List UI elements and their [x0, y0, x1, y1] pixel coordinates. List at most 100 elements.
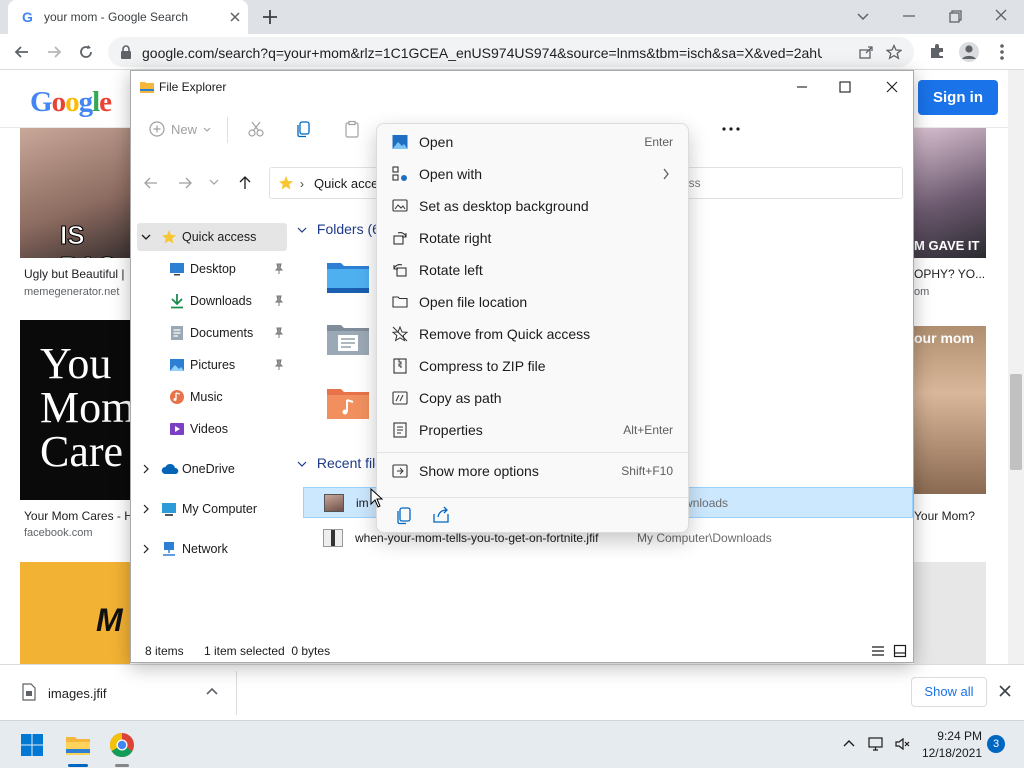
- reload-icon[interactable]: [76, 42, 96, 62]
- menu-item-open-with[interactable]: Open with: [381, 159, 686, 189]
- menu-item-open-file-location[interactable]: Open file location: [381, 287, 686, 317]
- result-caption-5[interactable]: Your Mom?: [914, 509, 975, 523]
- result-image-6[interactable]: [914, 562, 986, 664]
- forward-arrow-icon[interactable]: [44, 42, 64, 62]
- pin-icon[interactable]: [273, 327, 285, 339]
- nav-item-my-computer[interactable]: My Computer: [137, 495, 287, 523]
- nav-item-music[interactable]: Music: [137, 383, 287, 411]
- nav-item-desktop[interactable]: Desktop: [137, 255, 287, 283]
- windows-start-icon[interactable]: [20, 733, 44, 757]
- search-input[interactable]: ess: [671, 167, 903, 199]
- nav-item-documents[interactable]: Documents: [137, 319, 287, 347]
- explorer-titlebar[interactable]: File Explorer: [131, 71, 913, 103]
- clock-date[interactable]: 12/18/2021: [920, 746, 982, 760]
- nav-item-videos[interactable]: Videos: [137, 415, 287, 443]
- file-explorer-taskbar-icon[interactable]: [60, 727, 96, 763]
- share-icon[interactable]: [427, 504, 455, 526]
- menu-item-set-desktop-background[interactable]: Set as desktop background: [381, 191, 686, 221]
- result-source-2[interactable]: facebook.com: [24, 527, 92, 539]
- menu-item-compress-zip[interactable]: Compress to ZIP file: [381, 351, 686, 381]
- minimize-icon[interactable]: [791, 77, 813, 97]
- result-image-2[interactable]: You Mom Care: [20, 320, 130, 500]
- result-image-5[interactable]: our mom: [914, 326, 986, 494]
- minimize-icon[interactable]: [897, 5, 921, 27]
- chevron-up-icon[interactable]: [205, 685, 219, 699]
- kebab-menu-icon[interactable]: [994, 42, 1010, 62]
- bookmark-star-icon[interactable]: [886, 44, 902, 60]
- pin-icon[interactable]: [273, 295, 285, 307]
- chevron-down-icon[interactable]: [209, 177, 219, 187]
- recent-section-header[interactable]: Recent file: [297, 455, 383, 471]
- pin-icon[interactable]: [273, 359, 285, 371]
- menu-item-rotate-right[interactable]: Rotate right: [381, 223, 686, 253]
- close-icon[interactable]: [998, 684, 1012, 698]
- result-caption-4[interactable]: OPHY? YO...: [914, 267, 985, 281]
- tiles-view-icon[interactable]: [893, 644, 907, 658]
- close-window-icon[interactable]: [881, 77, 903, 97]
- copy-icon[interactable]: [391, 504, 419, 526]
- up-arrow-icon[interactable]: [237, 175, 253, 191]
- profile-avatar-icon[interactable]: [958, 41, 980, 63]
- notification-badge[interactable]: 3: [987, 735, 1005, 753]
- browser-tab[interactable]: G your mom - Google Search: [8, 0, 248, 34]
- google-logo[interactable]: Google: [30, 86, 112, 119]
- nav-item-downloads[interactable]: Downloads: [137, 287, 287, 315]
- documents-folder-icon[interactable]: [325, 319, 371, 359]
- nav-item-network[interactable]: Network: [137, 535, 287, 563]
- chevron-right-icon[interactable]: [141, 504, 151, 514]
- result-source-1[interactable]: memegenerator.net: [24, 286, 119, 298]
- close-window-icon[interactable]: [989, 5, 1013, 27]
- extensions-puzzle-icon[interactable]: [928, 42, 946, 60]
- copy-icon[interactable]: [295, 120, 313, 138]
- result-image-3[interactable]: M: [20, 562, 130, 664]
- sign-in-button[interactable]: Sign in: [918, 80, 998, 115]
- download-filename[interactable]: images.jfif: [48, 686, 107, 701]
- close-tab-icon[interactable]: [226, 8, 244, 26]
- chrome-taskbar-icon[interactable]: [104, 727, 140, 763]
- result-caption-2[interactable]: Your Mom Cares - H: [24, 509, 133, 523]
- chevron-right-icon[interactable]: [141, 544, 151, 554]
- result-source-4[interactable]: om: [914, 286, 929, 298]
- chevron-up-icon[interactable]: [842, 737, 856, 751]
- folders-section-header[interactable]: Folders (6: [297, 221, 380, 237]
- nav-label: Downloads: [190, 294, 252, 308]
- menu-item-open[interactable]: Open Enter: [381, 127, 686, 157]
- chevron-right-icon[interactable]: [141, 464, 151, 474]
- show-all-button[interactable]: Show all: [911, 677, 987, 707]
- new-tab-icon[interactable]: [260, 7, 280, 27]
- nav-item-pictures[interactable]: Pictures: [137, 351, 287, 379]
- chevron-down-icon[interactable]: [141, 232, 151, 242]
- nav-item-quick-access[interactable]: Quick access: [137, 223, 287, 251]
- address-bar[interactable]: google.com/search?q=your+mom&rlz=1C1GCEA…: [108, 37, 914, 67]
- page-scroll-thumb[interactable]: [1010, 374, 1022, 470]
- menu-item-show-more-options[interactable]: Show more options Shift+F10: [381, 456, 686, 486]
- nav-item-onedrive[interactable]: OneDrive: [137, 455, 287, 483]
- menu-item-copy-as-path[interactable]: Copy as path: [381, 383, 686, 413]
- tab-search-icon[interactable]: [851, 5, 875, 27]
- new-button[interactable]: New: [149, 119, 211, 139]
- desktop-folder-icon[interactable]: [325, 257, 371, 297]
- volume-muted-icon[interactable]: [894, 736, 912, 752]
- result-image-4[interactable]: M GAVE IT: [914, 128, 986, 258]
- menu-item-rotate-left[interactable]: Rotate left: [381, 255, 686, 285]
- lock-icon[interactable]: [120, 45, 132, 59]
- more-options-icon[interactable]: [721, 121, 741, 137]
- back-arrow-icon[interactable]: [143, 175, 159, 191]
- network-status-icon[interactable]: [868, 736, 886, 752]
- paste-icon[interactable]: [343, 120, 361, 138]
- result-image-1[interactable]: IS BAC: [20, 128, 130, 258]
- result-caption-1[interactable]: Ugly but Beautiful |: [24, 267, 125, 281]
- pin-icon[interactable]: [273, 263, 285, 275]
- restore-icon[interactable]: [943, 5, 967, 27]
- share-icon[interactable]: [858, 44, 874, 60]
- menu-item-properties[interactable]: Properties Alt+Enter: [381, 415, 686, 445]
- forward-arrow-icon[interactable]: [177, 175, 193, 191]
- details-view-icon[interactable]: [871, 645, 885, 657]
- music-folder-icon[interactable]: [325, 383, 371, 423]
- page-scrollbar[interactable]: [1008, 70, 1024, 664]
- menu-item-remove-from-quick-access[interactable]: Remove from Quick access: [381, 319, 686, 349]
- back-arrow-icon[interactable]: [12, 42, 32, 62]
- maximize-icon[interactable]: [834, 77, 856, 97]
- clock-time[interactable]: 9:24 PM: [920, 729, 982, 743]
- cut-icon[interactable]: [247, 120, 265, 138]
